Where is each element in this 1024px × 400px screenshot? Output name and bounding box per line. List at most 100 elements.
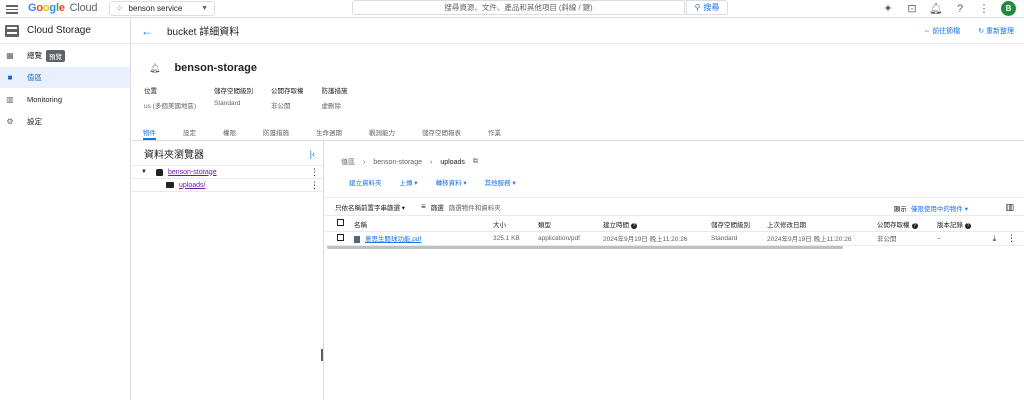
monitoring-icon: ▥ xyxy=(6,94,14,104)
copy-icon[interactable]: ⧉ xyxy=(473,158,478,166)
help-icon: ? xyxy=(965,222,971,229)
cell-modified: 2024年9月19日 晚上11:20:26 xyxy=(764,231,874,246)
more-vert-icon[interactable]: ⋮ xyxy=(977,2,991,16)
upload-button[interactable]: 上傳 ▾ xyxy=(400,177,418,187)
project-icon: ⁘ xyxy=(116,3,124,13)
left-nav: Cloud Storage ▦ 總覽 預覽 ■ 值區 ▥ Monitoring … xyxy=(0,18,131,400)
storage-icon xyxy=(5,24,19,37)
col-modified[interactable]: 上次修改日期 xyxy=(764,217,874,232)
action-bar: 建立資料夾 上傳 ▾ 轉移資料 ▾ 其他服務 ▾ xyxy=(349,177,516,187)
more-vert-icon[interactable]: ⋮ xyxy=(310,180,319,190)
folder-browser: 資料夾瀏覽器 |‹ ▼ benson-storage ⋮ uploads/ ⋮ xyxy=(131,141,324,400)
filter-input[interactable]: 篩選物件和資料夾 xyxy=(449,202,501,212)
bucket-title: 🔔︎ benson-storage xyxy=(149,62,257,74)
select-all-checkbox[interactable] xyxy=(337,219,344,227)
tab-bar: 物件 設定 權限 防護措施 生命週期 觀測能力 儲存空間報表 作業 xyxy=(131,122,1024,141)
go-to-link[interactable]: ⇔ 前往節檔 xyxy=(923,26,960,36)
tree-row-folder[interactable]: uploads/ ⋮ xyxy=(131,179,323,192)
col-created[interactable]: 建立時間? xyxy=(600,217,708,232)
crumb-buckets[interactable]: 值區 xyxy=(341,157,355,167)
meta-storage-class: 儲存空間級別 Standard xyxy=(214,88,253,107)
tab-lifecycle[interactable]: 生命週期 xyxy=(316,122,342,140)
meta-protection: 防護措施 虛刪除 xyxy=(321,88,348,110)
menu-icon[interactable] xyxy=(6,3,18,15)
google-cloud-logo[interactable]: Google Cloud xyxy=(28,2,98,14)
expand-arrow-icon[interactable]: ▼ xyxy=(141,169,147,175)
bucket-icon: ■ xyxy=(7,72,13,82)
tab-config[interactable]: 設定 xyxy=(183,122,196,140)
file-icon xyxy=(354,235,360,243)
objects-table: 名稱 大小 類型 建立時間? 儲存空間級別 上次修改日期 公開存取權? 版本記錄… xyxy=(325,217,1024,246)
tab-objects[interactable]: 物件 xyxy=(143,122,156,140)
project-selector[interactable]: ⁘ benson service ▼ xyxy=(109,1,215,16)
nav-item-settings[interactable]: ⚙ 設定 xyxy=(0,111,130,132)
filter-icon: ≡ xyxy=(421,202,426,211)
tab-storage-reports[interactable]: 儲存空間報表 xyxy=(422,122,461,140)
main-panel: ← bucket 詳細資料 ⇔ 前往節檔 ↻ 重新整理 🔔︎ benson-st… xyxy=(131,18,1024,400)
cell-version: – xyxy=(934,231,980,246)
resize-handle[interactable] xyxy=(321,349,323,361)
tab-protection[interactable]: 防護措施 xyxy=(263,122,289,140)
nav-item-overview[interactable]: ▦ 總覽 預覽 xyxy=(0,45,130,66)
page-title: bucket 詳細資料 xyxy=(167,27,240,38)
notifications-icon[interactable]: 🔔︎ xyxy=(929,2,943,16)
folder-browser-title: 資料夾瀏覽器 xyxy=(131,141,323,166)
back-arrow-icon[interactable]: ← xyxy=(141,24,153,38)
nav-item-buckets[interactable]: ■ 值區 xyxy=(0,67,130,88)
folder-icon xyxy=(166,182,174,188)
horizontal-scrollbar[interactable] xyxy=(327,246,843,249)
nav-header: Cloud Storage xyxy=(0,18,130,44)
objects-panel: 值區 › benson-storage › uploads ⧉ 建立資料夾 上傳… xyxy=(325,141,1024,400)
create-folder-button[interactable]: 建立資料夾 xyxy=(349,177,382,187)
search-button[interactable]: ⚲ 搜尋 xyxy=(686,0,728,15)
col-version[interactable]: 版本記錄? xyxy=(934,217,980,232)
file-name-link[interactable]: 意思生聽球功能.pdf xyxy=(365,236,421,243)
bucket-icon xyxy=(155,168,163,176)
nav-title: Cloud Storage xyxy=(27,25,91,36)
avatar[interactable]: B xyxy=(1001,1,1016,16)
project-name: benson service xyxy=(128,4,183,13)
tree-row-bucket[interactable]: ▼ benson-storage ⋮ xyxy=(131,166,323,179)
top-bar: Google Cloud ⁘ benson service ▼ 搜尋資源、文件、… xyxy=(0,0,1024,18)
crumb-folder: uploads xyxy=(440,158,465,166)
cell-size: 325.1 KB xyxy=(490,231,535,246)
collapse-panel-icon[interactable]: |‹ xyxy=(310,149,315,159)
bucket-meta: 位置 us (多個美國地區) 儲存空間級別 Standard 公開存取權 非公開 防護… xyxy=(144,85,348,110)
show-select[interactable]: 顯示 僅限使用中的物件 ▾ xyxy=(894,203,968,213)
transfer-data-button[interactable]: 轉移資料 ▾ xyxy=(436,177,467,187)
nav-item-monitoring[interactable]: ▥ Monitoring xyxy=(0,89,130,110)
cell-created: 2024年9月19日 晚上11:20:26 xyxy=(600,231,708,246)
refresh-button[interactable]: ↻ 重新整理 xyxy=(978,26,1014,36)
pin-icon[interactable]: 🔔︎ xyxy=(149,63,160,74)
crumb-bucket[interactable]: benson-storage xyxy=(373,159,422,166)
search-icon: ⚲ xyxy=(694,3,701,12)
breadcrumb: 值區 › benson-storage › uploads ⧉ xyxy=(341,157,478,167)
tab-operations[interactable]: 作業 xyxy=(488,122,501,140)
more-vert-icon[interactable]: ⋮ xyxy=(310,167,319,177)
col-public-access[interactable]: 公開存取權? xyxy=(874,217,934,232)
more-vert-icon[interactable]: ⋮ xyxy=(1007,233,1016,243)
col-size[interactable]: 大小 xyxy=(490,217,535,232)
gear-icon: ⚙ xyxy=(6,116,14,126)
meta-public-access: 公開存取權 非公開 xyxy=(271,88,304,110)
tab-observability[interactable]: 觀測能力 xyxy=(369,122,395,140)
tab-permissions[interactable]: 權限 xyxy=(223,122,236,140)
gemini-icon[interactable]: ✦ xyxy=(881,2,895,16)
help-icon[interactable]: ? xyxy=(953,2,967,16)
filter-type-select[interactable]: 只依名稱前置字串篩選 ▾ xyxy=(335,202,405,212)
column-picker-icon[interactable]: ▥ xyxy=(1005,202,1014,213)
table-row[interactable]: 意思生聽球功能.pdf 325.1 KB application/pdf 202… xyxy=(325,231,1024,246)
col-type[interactable]: 類型 xyxy=(535,217,600,232)
search-input[interactable]: 搜尋資源、文件、產品和其他項目 (斜線 / 鍵) xyxy=(352,0,685,15)
col-name[interactable]: 名稱 xyxy=(351,217,490,232)
table-header-row: 名稱 大小 類型 建立時間? 儲存空間級別 上次修改日期 公開存取權? 版本記錄… xyxy=(325,217,1024,232)
help-icon: ? xyxy=(911,222,918,229)
terminal-icon[interactable]: ⊡ xyxy=(905,2,919,16)
download-icon[interactable]: ⤓ xyxy=(993,234,997,243)
cell-class: Standard xyxy=(708,231,764,246)
col-storage-class[interactable]: 儲存空間級別 xyxy=(708,217,764,232)
other-services-button[interactable]: 其他服務 ▾ xyxy=(485,177,516,187)
cell-public: 非公開 xyxy=(874,231,934,246)
cell-type: application/pdf xyxy=(535,231,600,246)
row-checkbox[interactable] xyxy=(337,233,344,241)
